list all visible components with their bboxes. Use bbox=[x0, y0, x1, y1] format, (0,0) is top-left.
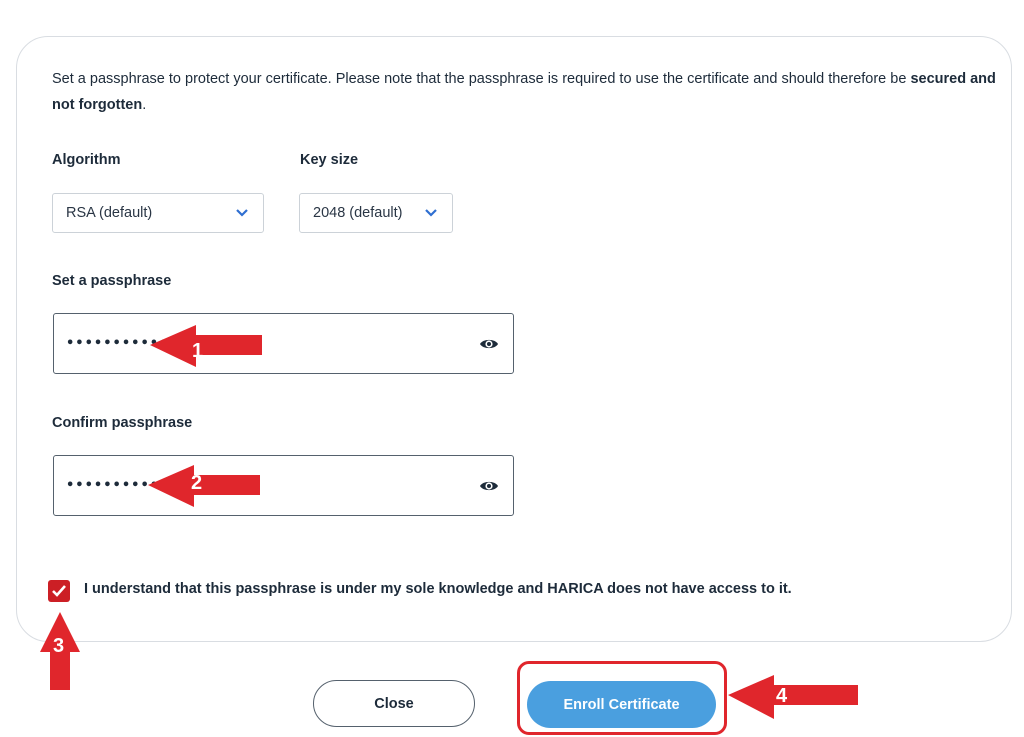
intro-text: Set a passphrase to protect your certifi… bbox=[52, 66, 1002, 118]
chevron-down-icon bbox=[425, 209, 437, 217]
passphrase-input[interactable]: •••••••••••• bbox=[53, 313, 514, 374]
intro-text-end: . bbox=[142, 97, 147, 113]
annotation-number-4: 4 bbox=[776, 685, 788, 707]
arrow-icon bbox=[728, 675, 858, 719]
intro-text-part1: Set a passphrase to protect your certifi… bbox=[52, 71, 911, 87]
algorithm-label: Algorithm bbox=[52, 152, 121, 168]
key-size-select[interactable]: 2048 (default) bbox=[299, 193, 453, 233]
annotation-arrow-1: 1 bbox=[150, 325, 262, 372]
confirm-passphrase-label: Confirm passphrase bbox=[52, 415, 193, 431]
arrow-icon bbox=[150, 325, 262, 367]
consent-label: I understand that this passphrase is und… bbox=[84, 581, 792, 597]
consent-checkbox[interactable] bbox=[48, 580, 70, 602]
eye-icon[interactable] bbox=[479, 478, 499, 494]
passphrase-label: Set a passphrase bbox=[52, 273, 172, 289]
annotation-number-3: 3 bbox=[53, 635, 65, 657]
eye-icon[interactable] bbox=[479, 336, 499, 352]
key-size-label: Key size bbox=[300, 152, 359, 168]
annotation-number-2: 2 bbox=[191, 472, 203, 494]
algorithm-value: RSA (default) bbox=[66, 205, 153, 221]
arrow-icon bbox=[148, 465, 260, 507]
enroll-highlight-box bbox=[517, 661, 727, 735]
checkmark-icon bbox=[52, 585, 66, 597]
chevron-down-icon bbox=[236, 209, 248, 217]
annotation-arrow-3: 3 bbox=[40, 612, 80, 695]
algorithm-select[interactable]: RSA (default) bbox=[52, 193, 264, 233]
close-button[interactable]: Close bbox=[313, 680, 475, 727]
confirm-passphrase-input[interactable]: •••••••••••• bbox=[53, 455, 514, 516]
annotation-arrow-2: 2 bbox=[148, 465, 260, 512]
annotation-arrow-4: 4 bbox=[728, 675, 858, 724]
annotation-number-1: 1 bbox=[192, 340, 204, 362]
key-size-value: 2048 (default) bbox=[313, 205, 403, 221]
